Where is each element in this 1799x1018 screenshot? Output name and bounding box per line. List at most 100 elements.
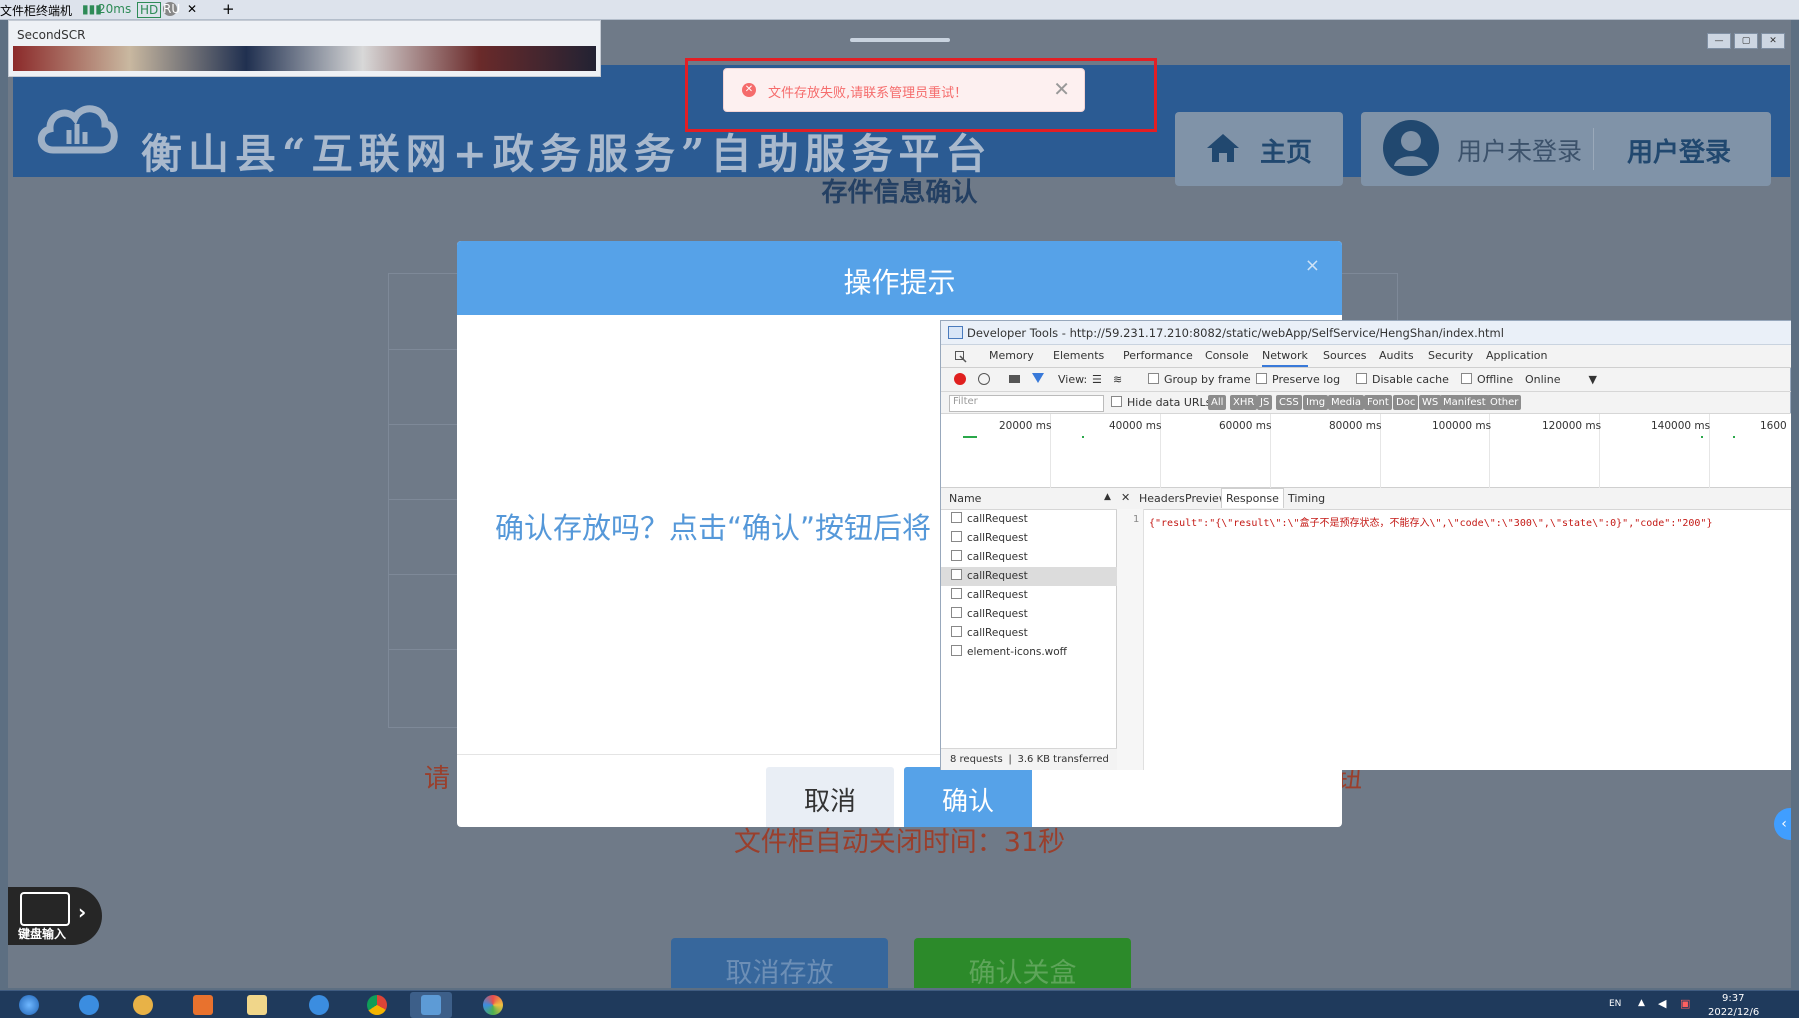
drag-handle[interactable] bbox=[850, 38, 950, 42]
request-row[interactable]: element-icons.woff bbox=[941, 643, 1117, 662]
taskbar-pdf[interactable] bbox=[182, 992, 224, 1018]
clear-icon[interactable] bbox=[978, 373, 990, 385]
avatar-icon bbox=[1383, 120, 1439, 176]
close-tab-icon[interactable]: ✕ bbox=[187, 2, 197, 16]
preserve-log-checkbox[interactable]: Preserve log bbox=[1256, 373, 1340, 386]
timeline-tick: 1600 bbox=[1760, 420, 1787, 432]
close-detail-icon[interactable]: ✕ bbox=[1121, 491, 1130, 504]
request-row[interactable]: callRequest bbox=[941, 624, 1117, 643]
volume-icon[interactable]: ◀ bbox=[1658, 997, 1666, 1010]
taskbar-app[interactable] bbox=[472, 992, 514, 1018]
tab-audits[interactable]: Audits bbox=[1379, 349, 1414, 362]
request-list-header[interactable]: Name ▲ bbox=[941, 488, 1117, 510]
timeline-tick: 60000 ms bbox=[1219, 420, 1272, 432]
devtools-titlebar[interactable]: Developer Tools - http://59.231.17.210:8… bbox=[941, 321, 1791, 345]
clock-date[interactable]: 2022/12/6 bbox=[1708, 1007, 1759, 1018]
disable-cache-checkbox[interactable]: Disable cache bbox=[1356, 373, 1449, 386]
request-row-selected[interactable]: callRequest bbox=[941, 567, 1117, 586]
network-status-icon[interactable]: ▣ bbox=[1680, 997, 1690, 1010]
tray-expand-icon[interactable]: ▲ bbox=[1638, 998, 1645, 1008]
throttling-select[interactable]: Online ▼ bbox=[1525, 373, 1597, 386]
checkbox-icon bbox=[1148, 373, 1159, 384]
new-tab-button[interactable]: + bbox=[222, 0, 235, 18]
login-button[interactable]: 用户登录 bbox=[1627, 132, 1731, 169]
type-filter-js[interactable]: JS bbox=[1257, 395, 1273, 410]
keyboard-input-widget[interactable]: › 键盘输入 bbox=[8, 887, 102, 945]
tab-sources[interactable]: Sources bbox=[1323, 349, 1367, 362]
type-filter-media[interactable]: Media bbox=[1328, 395, 1365, 410]
type-filter-img[interactable]: Img bbox=[1303, 395, 1329, 410]
minimize-icon[interactable]: — bbox=[1707, 33, 1731, 49]
cloud-logo-icon bbox=[37, 105, 118, 154]
tab-network[interactable]: Network bbox=[1262, 349, 1308, 367]
record-icon[interactable] bbox=[954, 373, 966, 385]
hide-data-urls-checkbox[interactable]: Hide data URLs bbox=[1111, 396, 1211, 409]
toast-close-icon[interactable]: ✕ bbox=[1053, 77, 1070, 101]
type-filter-all[interactable]: All bbox=[1208, 395, 1227, 410]
request-name: callRequest bbox=[967, 589, 1028, 601]
remote-tab-title[interactable]: 文件柜终端机 bbox=[0, 2, 72, 19]
checkbox-icon bbox=[1256, 373, 1267, 384]
type-filter-xhr[interactable]: XHR bbox=[1230, 395, 1258, 410]
name-column-header[interactable]: Name bbox=[949, 492, 981, 505]
taskbar-remote[interactable] bbox=[410, 992, 452, 1018]
timeline-tick: 80000 ms bbox=[1329, 420, 1382, 432]
type-filter-css[interactable]: CSS bbox=[1276, 395, 1302, 410]
view-label: View: bbox=[1058, 373, 1088, 386]
confirm-close-button[interactable]: 确认关盒 bbox=[914, 938, 1131, 988]
taskbar-explorer[interactable] bbox=[236, 992, 278, 1018]
request-row[interactable]: callRequest bbox=[941, 586, 1117, 605]
taskbar-chrome[interactable] bbox=[356, 992, 398, 1018]
language-indicator[interactable]: EN bbox=[1609, 999, 1621, 1009]
second-screen-preview[interactable]: SecondSCR bbox=[8, 20, 601, 77]
tab-console[interactable]: Console bbox=[1205, 349, 1249, 362]
list-view-icon[interactable]: ☰ bbox=[1092, 373, 1102, 386]
clock-time[interactable]: 9:37 bbox=[1722, 993, 1744, 1004]
tab-security[interactable]: Security bbox=[1428, 349, 1473, 362]
sort-asc-icon[interactable]: ▲ bbox=[1104, 492, 1111, 502]
dialog-cancel-button[interactable]: 取消 bbox=[766, 767, 894, 827]
offline-checkbox[interactable]: Offline bbox=[1461, 373, 1513, 386]
group-by-frame-checkbox[interactable]: Group by frame bbox=[1148, 373, 1251, 386]
home-icon bbox=[1207, 134, 1239, 162]
network-timeline[interactable]: 20000 ms 40000 ms 60000 ms 80000 ms 1000… bbox=[941, 414, 1791, 488]
request-row[interactable]: callRequest bbox=[941, 605, 1117, 624]
start-button[interactable] bbox=[8, 992, 50, 1018]
dialog-title: 操作提示 bbox=[843, 266, 956, 299]
request-type-icon bbox=[951, 512, 962, 523]
maximize-icon[interactable]: ▢ bbox=[1734, 33, 1758, 49]
type-filter-ws[interactable]: WS bbox=[1419, 395, 1442, 410]
type-filter-manifest[interactable]: Manifest bbox=[1440, 395, 1489, 410]
tab-response[interactable]: Response bbox=[1221, 488, 1284, 508]
tab-headers[interactable]: Headers bbox=[1139, 492, 1185, 505]
response-body[interactable]: {"result":"{\"result\":\"盒子不是预存状态，不能存入\"… bbox=[1149, 514, 1712, 529]
filter-input[interactable]: Filter bbox=[949, 395, 1104, 412]
cancel-store-button[interactable]: 取消存放 bbox=[671, 938, 888, 988]
inspect-element-icon[interactable] bbox=[955, 351, 967, 363]
tab-elements[interactable]: Elements bbox=[1053, 349, 1104, 362]
request-name: callRequest bbox=[967, 551, 1028, 563]
tab-memory[interactable]: Memory bbox=[989, 349, 1034, 362]
keyboard-label: 键盘输入 bbox=[18, 927, 67, 941]
taskbar-media[interactable] bbox=[122, 992, 164, 1018]
type-filter-doc[interactable]: Doc bbox=[1393, 395, 1419, 410]
tab-application[interactable]: Application bbox=[1486, 349, 1547, 362]
camera-icon[interactable] bbox=[1009, 375, 1020, 383]
tab-timing[interactable]: Timing bbox=[1288, 492, 1325, 505]
filter-icon[interactable] bbox=[1032, 373, 1044, 383]
request-row[interactable]: callRequest bbox=[941, 548, 1117, 567]
dialog-close-icon[interactable]: × bbox=[1305, 255, 1320, 276]
network-toolbar: View: ☰ ≋ Group by frame Preserve log Di… bbox=[941, 368, 1791, 392]
tab-performance[interactable]: Performance bbox=[1123, 349, 1193, 362]
request-row[interactable]: callRequest bbox=[941, 529, 1117, 548]
type-filter-font[interactable]: Font bbox=[1364, 395, 1392, 410]
type-filter-other[interactable]: Other bbox=[1487, 395, 1522, 410]
detail-tabbar: ✕ Headers Preview Response Timing bbox=[1117, 488, 1791, 510]
taskbar-ie[interactable] bbox=[68, 992, 110, 1018]
close-window-icon[interactable]: ✕ bbox=[1761, 33, 1785, 49]
keyboard-icon bbox=[20, 892, 70, 926]
dialog-confirm-button[interactable]: 确认 bbox=[904, 767, 1032, 827]
waterfall-view-icon[interactable]: ≋ bbox=[1113, 373, 1122, 386]
taskbar-ie-2[interactable] bbox=[298, 992, 340, 1018]
request-row[interactable]: callRequest bbox=[941, 510, 1117, 529]
